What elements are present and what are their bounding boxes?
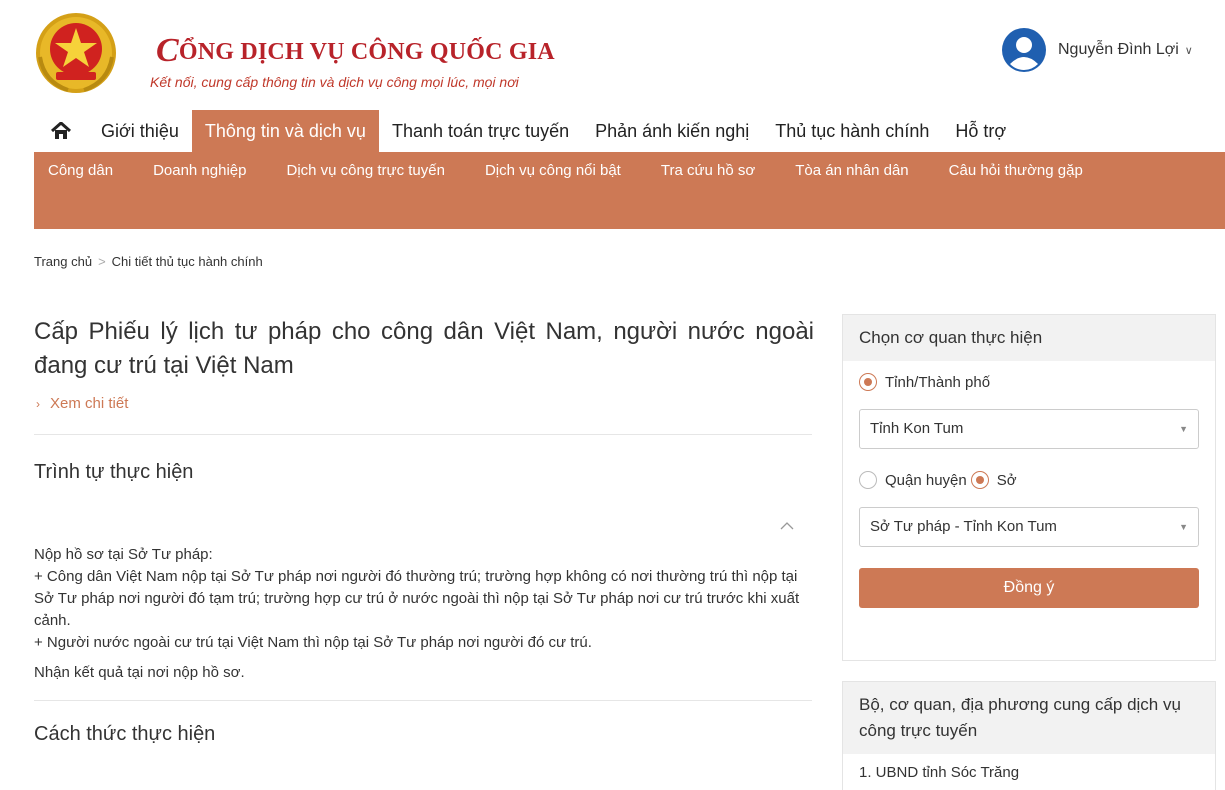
breadcrumb: Trang chủ > Chi tiết thủ tục hành chính [34, 254, 263, 269]
agency-panel: Chọn cơ quan thực hiện Tỉnh/Thành phố Tỉ… [842, 314, 1216, 661]
subnav-item-doanh-nghiep[interactable]: Doanh nghiệp [153, 162, 246, 190]
department-select[interactable]: Sở Tư pháp - Tỉnh Kon Tum ▼ [859, 507, 1199, 547]
subnav-item-cau-hoi[interactable]: Câu hỏi thường gặp [949, 162, 1083, 190]
radio-province-control[interactable] [859, 373, 877, 391]
avatar-icon [1002, 28, 1046, 72]
brand-logo-letter: C [156, 32, 179, 69]
nav-item-thu-tuc[interactable]: Thủ tục hành chính [762, 110, 942, 152]
nav-item-gioi-thieu[interactable]: Giới thiệu [88, 110, 192, 152]
agree-button[interactable]: Đồng ý [859, 568, 1199, 608]
nav-home[interactable] [34, 110, 88, 152]
procedure-content: Cấp Phiếu lý lịch tư pháp cho công dân V… [34, 315, 814, 746]
section-header[interactable]: Trình tự thực hiện [34, 461, 814, 530]
body-line: + Công dân Việt Nam nộp tại Sở Tư pháp n… [34, 568, 800, 629]
dropdown-arrow-icon: ▼ [1179, 522, 1188, 532]
main-nav: Giới thiệu Thông tin và dịch vụ Thanh to… [34, 110, 1225, 152]
nav-item-ho-tro[interactable]: Hỗ trợ [942, 110, 1019, 152]
section-title-cach-thuc[interactable]: Cách thức thực hiện [34, 723, 814, 746]
providers-panel-title: Bộ, cơ quan, địa phương cung cấp dịch vụ… [843, 682, 1215, 754]
brand-title[interactable]: CỔNG DỊCH VỤ CÔNG QUỐC GIA [156, 30, 555, 69]
sub-nav: Công dân Doanh nghiệp Dịch vụ công trực … [34, 152, 1225, 229]
dropdown-arrow-icon: ▼ [1179, 424, 1188, 434]
agency-panel-title: Chọn cơ quan thực hiện [843, 315, 1215, 361]
site-header: CỔNG DỊCH VỤ CÔNG QUỐC GIA Kết nối, cung… [0, 0, 1225, 110]
subnav-item-cong-dan[interactable]: Công dân [48, 162, 113, 190]
chevron-down-icon: ∨ [1184, 44, 1193, 57]
radio-district-label[interactable]: Quận huyện [885, 472, 967, 489]
nav-item-phan-anh[interactable]: Phản ánh kiến nghị [582, 110, 762, 152]
province-select-value: Tỉnh Kon Tum [870, 420, 964, 437]
provider-item[interactable]: 1. UBND tỉnh Sóc Trăng [843, 754, 1215, 790]
nav-item-thanh-toan[interactable]: Thanh toán trực tuyến [379, 110, 582, 152]
home-icon [51, 122, 71, 139]
chevron-up-icon[interactable] [780, 521, 794, 531]
breadcrumb-current: Chi tiết thủ tục hành chính [111, 254, 263, 269]
user-name: Nguyễn Đình Lợi [1058, 41, 1179, 58]
section-body-trinh-tu: Nộp hồ sơ tại Sở Tư pháp: + Công dân Việ… [34, 544, 804, 684]
subnav-item-tra-cuu[interactable]: Tra cứu hồ sơ [661, 162, 755, 190]
radio-province[interactable]: Tỉnh/Thành phố [859, 373, 1199, 391]
subnav-item-toa-an[interactable]: Tòa án nhân dân [795, 162, 908, 190]
chevron-right-icon: › [36, 396, 40, 411]
user-menu[interactable]: Nguyễn Đình Lợi ∨ [1002, 28, 1193, 72]
subnav-item-dvc-truc-tuyen[interactable]: Dịch vụ công trực tuyến [286, 162, 444, 190]
detail-link[interactable]: › Xem chi tiết [34, 395, 814, 412]
page-title: Cấp Phiếu lý lịch tư pháp cho công dân V… [34, 318, 814, 379]
detail-link-label: Xem chi tiết [50, 395, 129, 412]
body-line: Nộp hồ sơ tại Sở Tư pháp: [34, 546, 213, 563]
radio-province-label: Tỉnh/Thành phố [885, 373, 991, 391]
radio-district-control[interactable] [859, 471, 877, 489]
nav-item-thong-tin-dich-vu[interactable]: Thông tin và dịch vụ [191, 110, 379, 152]
department-select-value: Sở Tư pháp - Tỉnh Kon Tum [870, 518, 1057, 535]
radio-group-scope: Quận huyện Sở [859, 471, 1199, 489]
divider [34, 434, 812, 435]
section-title-trinh-tu: Trình tự thực hiện [34, 461, 194, 483]
brand-subtitle: Kết nối, cung cấp thông tin và dịch vụ c… [150, 74, 519, 90]
subnav-item-dvc-noi-bat[interactable]: Dịch vụ công nổi bật [485, 162, 621, 190]
brand-title-text: ỔNG DỊCH VỤ CÔNG QUỐC GIA [178, 39, 555, 65]
radio-department-control[interactable] [970, 471, 989, 489]
radio-department-label[interactable]: Sở [997, 472, 1017, 489]
divider [34, 700, 812, 701]
national-emblem-icon[interactable] [34, 12, 118, 94]
province-select[interactable]: Tỉnh Kon Tum ▼ [859, 409, 1199, 449]
breadcrumb-home[interactable]: Trang chủ [34, 254, 92, 269]
providers-panel: Bộ, cơ quan, địa phương cung cấp dịch vụ… [842, 681, 1216, 790]
body-line: + Người nước ngoài cư trú tại Việt Nam t… [34, 634, 592, 651]
body-line: Nhận kết quả tại nơi nộp hồ sơ. [34, 664, 245, 681]
breadcrumb-separator: > [98, 254, 106, 269]
